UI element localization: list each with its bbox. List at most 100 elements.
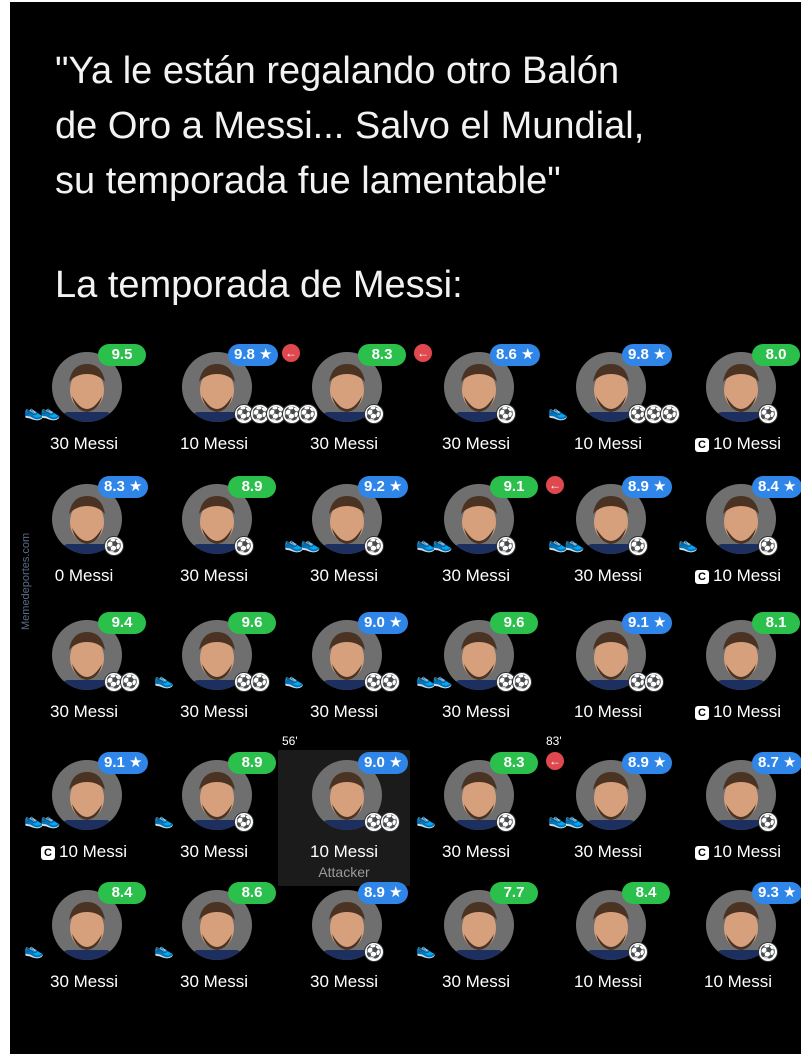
player-label-text: 30 Messi <box>309 972 379 991</box>
rating-badge: 9.3 ★ <box>752 882 801 904</box>
player-label-text: 10 Messi <box>712 434 782 453</box>
goals-icon: ⚽ ⚽ <box>496 672 532 692</box>
goals-icon: ⚽ <box>628 536 648 556</box>
player-card: 9.1 ★ 👟👟 C 10 Messi <box>18 750 150 886</box>
rating-badge: 8.4 <box>622 882 670 904</box>
assist-boot-icon: 👟👟 <box>416 536 453 553</box>
player-label: 30 Messi <box>278 972 410 992</box>
player-card: 9.0 ★ ⚽ ⚽ 👟 30 Messi <box>278 610 410 746</box>
rating-badge: 9.6 <box>228 612 276 634</box>
rating-badge: 7.7 <box>490 882 538 904</box>
player-label: 30 Messi <box>148 972 280 992</box>
player-card: 8.6 ★ ← ⚽ 30 Messi <box>410 342 542 478</box>
player-label: 0 Messi <box>18 566 150 586</box>
assist-boot-icon: 👟 <box>416 942 436 959</box>
assist-boot-icon: 👟👟 <box>24 404 61 421</box>
assist-boot-icon: 👟 <box>154 812 174 829</box>
assist-boot-icon: 👟 <box>154 672 174 689</box>
rating-badge: 9.6 <box>490 612 538 634</box>
meme-subtitle: La temporada de Messi: <box>55 264 463 306</box>
player-label: C 10 Messi <box>672 702 801 722</box>
player-label: 30 Messi <box>410 566 542 586</box>
player-label: C 10 Messi <box>672 434 801 454</box>
player-label: 30 Messi <box>542 842 674 862</box>
player-label-text: 30 Messi <box>309 566 379 585</box>
goals-icon: ⚽ ⚽ <box>364 812 400 832</box>
rating-badge: 8.9 <box>228 476 276 498</box>
rating-badge: 9.2 ★ <box>358 476 409 498</box>
player-card: 8.7 ★ ⚽ C 10 Messi <box>672 750 801 886</box>
player-label-text: 30 Messi <box>573 842 643 861</box>
rating-badge: 9.0 ★ <box>358 612 409 634</box>
player-role: Attacker <box>318 864 370 880</box>
player-label: 30 Messi <box>148 842 280 862</box>
rating-badge: 9.1 ★ <box>622 612 673 634</box>
goals-icon: ⚽ <box>496 536 516 556</box>
meme-panel: "Ya le están regalando otro Balón de Oro… <box>10 2 801 1054</box>
assist-boot-icon: 👟 <box>416 812 436 829</box>
player-label-text: 30 Messi <box>49 702 119 721</box>
rating-badge: 8.6 <box>228 882 276 904</box>
player-label: 30 Messi <box>410 434 542 454</box>
assist-boot-icon: 👟👟 <box>416 672 453 689</box>
goals-icon: ⚽ <box>234 536 254 556</box>
goals-icon: ⚽ <box>364 942 384 962</box>
player-label-text: 30 Messi <box>441 702 511 721</box>
rating-badge: 9.8 ★ <box>228 344 279 366</box>
goals-icon: ⚽ <box>104 536 124 556</box>
rating-badge: 8.0 <box>752 344 800 366</box>
player-card: 7.7 👟 30 Messi <box>410 880 542 1016</box>
player-label-text: 30 Messi <box>49 434 119 453</box>
player-label-text: 10 Messi <box>179 434 249 453</box>
player-card: 9.1 ★ ⚽ ⚽ 10 Messi <box>542 610 674 746</box>
assist-boot-icon: 👟👟 <box>548 536 585 553</box>
rating-badge: 8.3 <box>358 344 406 366</box>
assist-boot-icon: 👟 <box>154 942 174 959</box>
player-label-text: 10 Messi <box>712 566 782 585</box>
player-card: 8.9 ⚽ 👟 30 Messi <box>148 750 280 886</box>
goals-icon: ⚽ ⚽ <box>234 672 270 692</box>
goals-icon: ⚽ <box>234 812 254 832</box>
player-card: 9.6 ⚽ ⚽ 👟 30 Messi <box>148 610 280 746</box>
player-label: 30 Messi <box>410 972 542 992</box>
assist-boot-icon: 👟👟 <box>24 812 61 829</box>
player-card: 9.1 ⚽ 👟👟 30 Messi <box>410 474 542 610</box>
player-card: 9.2 ★ ⚽ 👟👟 30 Messi <box>278 474 410 610</box>
rating-badge: 8.7 ★ <box>752 752 801 774</box>
player-card: 8.9 ★ ⚽ 30 Messi <box>278 880 410 1016</box>
goals-icon: ⚽ ⚽ <box>104 672 140 692</box>
rating-badge: 9.4 <box>98 612 146 634</box>
player-label-text: 30 Messi <box>441 972 511 991</box>
assist-boot-icon: 👟 <box>284 672 304 689</box>
player-label: 10 Messi <box>542 702 674 722</box>
player-label-text: 30 Messi <box>309 702 379 721</box>
goals-icon: ⚽ <box>758 536 778 556</box>
player-card: 9.3 ★ ⚽ 10 Messi <box>672 880 801 1016</box>
captain-icon: C <box>694 438 709 452</box>
rating-badge: 8.3 ★ <box>98 476 149 498</box>
captain-icon: C <box>694 846 709 860</box>
player-card: 8.9 ⚽ 30 Messi <box>148 474 280 610</box>
player-label-text: 30 Messi <box>179 702 249 721</box>
player-label-text: 30 Messi <box>179 972 249 991</box>
player-card: 8.9 ★ ← ⚽ 👟👟 30 Messi <box>542 474 674 610</box>
player-label-text: 0 Messi <box>54 566 114 585</box>
assist-boot-icon: 👟 <box>24 942 44 959</box>
player-card: 9.6 ⚽ ⚽ 👟👟 30 Messi <box>410 610 542 746</box>
player-label: 10 Messi <box>672 972 801 992</box>
goals-icon: ⚽ <box>496 812 516 832</box>
player-card: 9.5 👟👟 30 Messi <box>18 342 150 478</box>
player-label-text: 30 Messi <box>441 566 511 585</box>
captain-icon: C <box>694 706 709 720</box>
player-card: 8.0 ⚽ C 10 Messi <box>672 342 801 478</box>
substitution-icon: ← <box>282 344 300 362</box>
minute-label: 56' <box>282 734 298 748</box>
player-label-text: 10 Messi <box>573 434 643 453</box>
player-card: 8.4 ⚽ 10 Messi <box>542 880 674 1016</box>
captain-icon: C <box>40 846 55 860</box>
goals-icon: ⚽ <box>496 404 516 424</box>
player-card: 9.4 ⚽ ⚽ 30 Messi <box>18 610 150 746</box>
rating-badge: 8.3 <box>490 752 538 774</box>
rating-badge: 8.4 ★ <box>752 476 801 498</box>
player-card: 8.3 ← ⚽ 30 Messi <box>278 342 410 478</box>
